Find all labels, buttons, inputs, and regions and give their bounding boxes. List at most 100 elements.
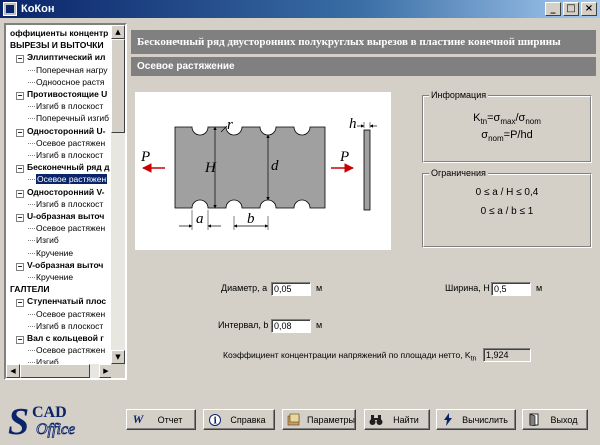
- info-group-label: Информация: [429, 90, 489, 100]
- width-unit: м: [536, 283, 543, 293]
- tree-item-label: Осевое растяжен: [36, 174, 108, 185]
- tree-item-label: ГАЛТЕЛИ: [10, 284, 50, 295]
- window-title: КоКон: [21, 3, 55, 15]
- minimize-button[interactable]: _: [545, 2, 561, 16]
- tree-collapse-icon[interactable]: −: [16, 128, 24, 137]
- tree-leaf-item[interactable]: Кручение: [36, 247, 73, 259]
- tree-group-item[interactable]: − U-образная выточ: [16, 210, 104, 222]
- report-icon: W: [132, 412, 144, 426]
- scroll-down-icon[interactable]: ▼: [111, 350, 125, 364]
- tree-item-label: Поперечная нагру: [36, 64, 108, 75]
- calculate-button[interactable]: Вычислить: [436, 409, 516, 430]
- tree-group-item[interactable]: ГАЛТЕЛИ: [10, 283, 49, 295]
- tree-leaf-item[interactable]: Осевое растяжен: [36, 137, 105, 149]
- tree-item-label: ВЫРЕЗЫ И ВЫТОЧКИ: [10, 40, 104, 51]
- scad-office-logo: S CAD Office: [6, 400, 98, 443]
- tree-leaf-item[interactable]: Изгиб в плоскост: [36, 100, 103, 112]
- formula-sigma-nom: σnom=P/hd: [481, 129, 533, 144]
- scroll-up-icon[interactable]: ▲: [111, 25, 125, 39]
- tree-view[interactable]: оффициенты концентр ВЫРЕЗЫ И ВЫТОЧКИ − Элли…: [6, 25, 113, 364]
- parameters-button[interactable]: Параметры: [282, 409, 356, 430]
- tree-group-item[interactable]: − Противостоящие U: [16, 88, 107, 100]
- close-button[interactable]: ×: [581, 2, 597, 16]
- tree-leaf-item[interactable]: Изгиб в плоскост: [36, 198, 103, 210]
- tree-leaf-item[interactable]: Изгиб в плоскост: [36, 320, 103, 332]
- find-button[interactable]: Найти: [364, 409, 430, 430]
- tree-item-label: Кручение: [36, 272, 74, 282]
- lightning-icon: [441, 413, 455, 427]
- info-group: Информация Ktn=σmax/σnom σnom=P/hd: [422, 90, 592, 163]
- tree-item-label: Вал с кольцевой г: [27, 333, 104, 343]
- tree-leaf-item[interactable]: Кручение: [36, 271, 73, 283]
- limits-group: Ограничения 0 ≤ a / H ≤ 0,4 0 ≤ a / b ≤ …: [422, 168, 592, 248]
- plate-diagram: P P r H d a b h: [135, 92, 391, 250]
- tree-panel[interactable]: оффициенты концентр ВЫРЕЗЫ И ВЫТОЧКИ − Элли…: [4, 23, 127, 380]
- tree-collapse-icon[interactable]: −: [16, 189, 24, 198]
- tree-leaf-item[interactable]: Поперечная нагру: [36, 64, 108, 76]
- tree-collapse-icon[interactable]: −: [16, 165, 24, 174]
- report-button[interactable]: W Отчет: [126, 409, 196, 430]
- tree-collapse-icon[interactable]: −: [16, 214, 24, 222]
- tree-item-label: Эллиптический ил: [27, 52, 106, 63]
- diameter-input[interactable]: 0,05: [271, 282, 311, 296]
- maximize-button[interactable]: □: [563, 2, 579, 16]
- label-P-right: P: [339, 149, 349, 165]
- tree-leaf-item[interactable]: Осевое растяжен: [36, 222, 105, 234]
- tree-group-item[interactable]: ВЫРЕЗЫ И ВЫТОЧКИ: [10, 39, 104, 51]
- result-label: Коэффициент концентрации напряжений по п…: [223, 350, 477, 363]
- tree-group-item[interactable]: − Односторонний V-: [16, 186, 104, 198]
- tree-item-label: Изгиб в плоскост: [36, 150, 104, 160]
- width-label: Ширина, H: [445, 283, 490, 293]
- scroll-thumb-horizontal[interactable]: [20, 364, 90, 378]
- tree-item-label: Осевое растяжен: [36, 223, 106, 234]
- result-value: 1,924: [483, 348, 531, 362]
- tree-group-item[interactable]: − Бесконечный ряд д: [16, 161, 110, 174]
- tree-group-item[interactable]: − Эллиптический ил: [16, 51, 106, 64]
- tree-leaf-item[interactable]: Изгиб в плоскост: [36, 149, 103, 161]
- exit-door-icon: [527, 413, 541, 427]
- scroll-thumb[interactable]: [111, 39, 125, 133]
- tree-vertical-scrollbar[interactable]: ▲ ▼: [111, 25, 125, 364]
- svg-text:i: i: [214, 416, 218, 426]
- page-title: Бесконечный ряд двусторонних полукруглых…: [131, 30, 596, 54]
- help-icon: i: [208, 413, 222, 427]
- tree-item-label: Односторонний V-: [27, 186, 105, 197]
- help-button[interactable]: i Справка: [203, 409, 275, 430]
- tree-group-item[interactable]: − Односторонний U-: [16, 125, 105, 137]
- tree-item-label: Односторонний U-: [27, 125, 106, 136]
- tree-leaf-item[interactable]: Осевое растяжен: [36, 173, 108, 185]
- limits-group-label: Ограничения: [429, 168, 488, 178]
- tree-item-label: Поперечный изгиб: [36, 113, 110, 124]
- interval-label: Интервал, b: [218, 320, 269, 330]
- tree-group-item[interactable]: − Вал с кольцевой г: [16, 332, 104, 344]
- tree-group-item[interactable]: − V-образная выточ: [16, 259, 103, 271]
- tree-item-label: оффициенты концентр: [10, 28, 109, 38]
- tree-item-label: Осевое растяжен: [36, 137, 106, 148]
- tree-leaf-item[interactable]: Изгиб: [36, 356, 59, 364]
- tree-leaf-item[interactable]: Осевое растяжен: [36, 344, 105, 356]
- tree-collapse-icon[interactable]: −: [16, 262, 24, 271]
- label-h: h: [349, 116, 357, 132]
- tree-group-item[interactable]: оффициенты концентр: [10, 27, 108, 39]
- title-bar: КоКон _ □ ×: [0, 0, 600, 18]
- label-H: H: [204, 160, 217, 176]
- interval-input[interactable]: 0,08: [271, 319, 311, 333]
- tree-collapse-icon[interactable]: −: [16, 299, 24, 308]
- tree-leaf-item[interactable]: Одноосное растя: [36, 76, 105, 88]
- tree-item-label: Изгиб в плоскост: [36, 101, 104, 112]
- tree-horizontal-scrollbar[interactable]: ◀ ▶: [6, 364, 113, 378]
- plate-diagram-svg: P P r H d a b h: [140, 116, 377, 230]
- tree-leaf-item[interactable]: Осевое растяжен: [36, 308, 105, 320]
- tree-item-label: Изгиб в плоскост: [36, 320, 104, 331]
- scroll-left-icon[interactable]: ◀: [6, 364, 20, 378]
- tree-leaf-item[interactable]: Изгиб: [36, 234, 59, 246]
- tree-collapse-icon[interactable]: −: [16, 336, 24, 344]
- tree-item-label: Изгиб в плоскост: [36, 198, 104, 209]
- label-P-left: P: [140, 149, 150, 165]
- tree-collapse-icon[interactable]: −: [16, 55, 24, 64]
- tree-leaf-item[interactable]: Поперечный изгиб: [36, 112, 109, 124]
- tree-collapse-icon[interactable]: −: [16, 92, 24, 100]
- exit-button[interactable]: Выход: [522, 409, 588, 430]
- width-input[interactable]: 0,5: [491, 282, 531, 296]
- tree-group-item[interactable]: − Ступенчатый плос: [16, 295, 106, 308]
